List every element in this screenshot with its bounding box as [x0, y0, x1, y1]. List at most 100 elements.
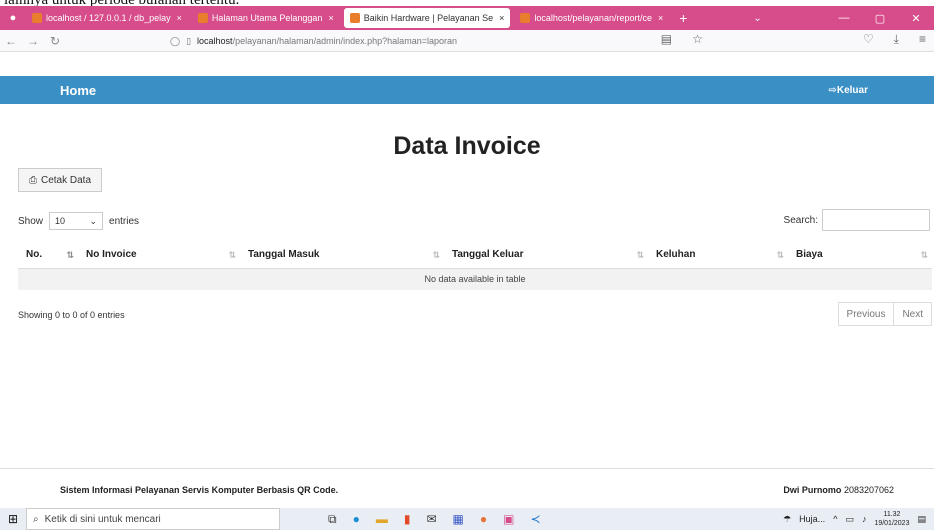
firefox-icon[interactable]: ● — [0, 6, 26, 30]
column-label: Tanggal Keluar — [452, 249, 524, 261]
print-label: Cetak Data — [41, 174, 92, 186]
tab-label: localhost / 127.0.0.1 / db_pelay — [46, 13, 171, 23]
maximize-icon[interactable]: ▢ — [862, 6, 898, 30]
close-window-icon[interactable]: ✕ — [898, 6, 934, 30]
page-icon: ▯ — [186, 35, 192, 46]
column-label: No. — [26, 249, 43, 261]
entries-select[interactable]: 10 ⌄ — [49, 212, 104, 230]
pocket-icon[interactable]: ♡ — [863, 32, 874, 47]
sort-icon: ⇅ — [776, 250, 784, 260]
bookmark-star-icon[interactable]: ☆ — [692, 32, 703, 47]
table-search: Search: — [784, 209, 930, 231]
tab-baikin-hardware[interactable]: Baikin Hardware | Pelayanan Se × — [343, 8, 511, 28]
browser-tab-strip: ● localhost / 127.0.0.1 / db_pelay × Hal… — [0, 6, 934, 30]
clock-time: 11.32 — [883, 511, 901, 518]
chevron-down-icon[interactable]: ⌄ — [753, 13, 761, 24]
column-header-no[interactable]: No. ⇅ — [18, 242, 78, 269]
footer-system-name: Sistem Informasi Pelayanan Servis Komput… — [60, 485, 339, 495]
weather-icon: ☂ — [783, 513, 792, 524]
logout-icon: ⇨ — [828, 84, 837, 96]
table-row: No data available in table — [18, 268, 932, 290]
app-icon[interactable]: ▦ — [453, 512, 464, 527]
taskbar-search[interactable]: ⌕ Ketik di sini untuk mencari — [26, 508, 280, 530]
previous-button[interactable]: Previous — [837, 302, 895, 326]
task-view-icon[interactable]: ⧉ — [328, 512, 337, 527]
pagination: Previous Next — [837, 302, 932, 326]
office-icon[interactable]: ▮ — [404, 512, 411, 527]
column-header-no-invoice[interactable]: No Invoice ⇅ — [78, 242, 240, 269]
site-icon — [349, 13, 360, 23]
sort-icon: ⇅ — [920, 250, 928, 260]
close-icon[interactable]: × — [177, 13, 182, 23]
notification-icon[interactable]: ▤ — [917, 514, 926, 525]
sort-icon: ⇅ — [228, 250, 236, 260]
taskbar-clock[interactable]: 11.32 19/01/2023 — [874, 510, 909, 528]
site-icon — [197, 13, 208, 23]
next-button[interactable]: Next — [894, 302, 932, 326]
sort-asc-icon: ⇅ — [66, 250, 74, 260]
page-footer: Sistem Informasi Pelayanan Servis Komput… — [0, 468, 934, 508]
footer-author: Dwi Purnomo 2083207062 — [783, 485, 894, 495]
column-label: Keluhan — [656, 249, 696, 261]
reader-view-icon[interactable]: ▤ — [661, 32, 672, 47]
chevron-up-icon[interactable]: ^ — [833, 514, 837, 524]
author-name: Dwi Purnomo — [783, 485, 842, 495]
column-header-tanggal-masuk[interactable]: Tanggal Masuk ⇅ — [240, 242, 444, 269]
printer-icon: ⎙ — [29, 174, 37, 186]
volume-icon[interactable]: ♪ — [862, 514, 867, 524]
show-label: Show — [18, 215, 44, 227]
firefox-taskbar-icon[interactable]: ● — [480, 512, 487, 527]
reload-icon[interactable]: ↻ — [44, 34, 66, 48]
mail-icon[interactable]: ✉ — [426, 512, 436, 527]
weather-text[interactable]: Huja... — [799, 514, 825, 524]
tab-report[interactable]: localhost/pelayanan/report/ce × — [514, 8, 669, 28]
tab-label: localhost/pelayanan/report/ce — [534, 13, 652, 23]
author-id: 2083207062 — [843, 485, 894, 495]
network-icon[interactable]: ▭ — [845, 514, 854, 525]
url-host: localhost — [197, 36, 233, 46]
download-icon[interactable]: ⤓ — [894, 32, 899, 47]
sort-icon: ⇅ — [432, 250, 440, 260]
invoice-table: No. ⇅ No Invoice ⇅ Tanggal Masuk ⇅ Tanggal … — [18, 242, 932, 290]
tab-phpmyadmin[interactable]: localhost / 127.0.0.1 / db_pelay × — [26, 8, 188, 28]
close-icon[interactable]: × — [328, 13, 333, 23]
phpmyadmin-icon — [32, 13, 42, 23]
empty-table-message: No data available in table — [18, 268, 932, 290]
table-header-row: No. ⇅ No Invoice ⇅ Tanggal Masuk ⇅ Tanggal … — [18, 242, 932, 269]
column-header-biaya[interactable]: Biaya ⇅ — [788, 242, 932, 269]
search-input[interactable] — [822, 209, 930, 231]
browser-actions: ▤ ☆ ♡ ⤓ ≡ — [661, 32, 934, 47]
url-bar[interactable]: ◯ ▯ localhost/pelayanan/halaman/admin/in… — [170, 33, 457, 49]
column-header-tanggal-keluar[interactable]: Tanggal Keluar ⇅ — [444, 242, 648, 269]
url-path: /pelayanan/halaman/admin/index.php?halam… — [232, 36, 457, 46]
home-link[interactable]: Home — [60, 83, 96, 98]
logout-link[interactable]: ⇨Keluar — [828, 85, 868, 96]
vscode-icon[interactable]: ≺ — [530, 512, 540, 527]
close-icon[interactable]: × — [499, 13, 504, 23]
site-icon — [520, 13, 531, 23]
column-label: Tanggal Masuk — [248, 249, 320, 261]
search-icon: ⌕ — [33, 513, 39, 525]
menu-icon[interactable]: ≡ — [919, 32, 926, 47]
file-explorer-icon[interactable]: ▬ — [376, 512, 388, 527]
print-button[interactable]: ⎙ Cetak Data — [18, 168, 103, 192]
tab-label: Baikin Hardware | Pelayanan Se — [363, 13, 494, 23]
search-label: Search: — [783, 214, 818, 226]
sort-icon: ⇅ — [636, 250, 644, 260]
minimize-icon[interactable]: — — [826, 6, 862, 30]
xampp-icon[interactable]: ▣ — [503, 512, 514, 527]
back-icon[interactable]: ← — [0, 34, 22, 48]
tab-halaman-utama[interactable]: Halaman Utama Pelanggan × — [192, 8, 340, 28]
close-icon[interactable]: × — [658, 13, 663, 23]
tab-label: Halaman Utama Pelanggan — [211, 13, 323, 23]
column-label: Biaya — [796, 249, 823, 261]
system-tray: ☂ Huja... ^ ▭ ♪ 11.32 19/01/2023 ▤ — [783, 510, 934, 528]
column-header-keluhan[interactable]: Keluhan ⇅ — [648, 242, 788, 269]
taskbar-search-placeholder: Ketik di sini untuk mencari — [44, 513, 161, 525]
column-label: No Invoice — [86, 249, 137, 261]
edge-icon[interactable]: ● — [353, 512, 360, 527]
entries-value: 10 — [55, 216, 66, 226]
new-tab-button[interactable]: + — [673, 10, 693, 26]
forward-icon[interactable]: → — [22, 34, 44, 48]
windows-start-icon[interactable]: ⊞ — [0, 512, 26, 526]
